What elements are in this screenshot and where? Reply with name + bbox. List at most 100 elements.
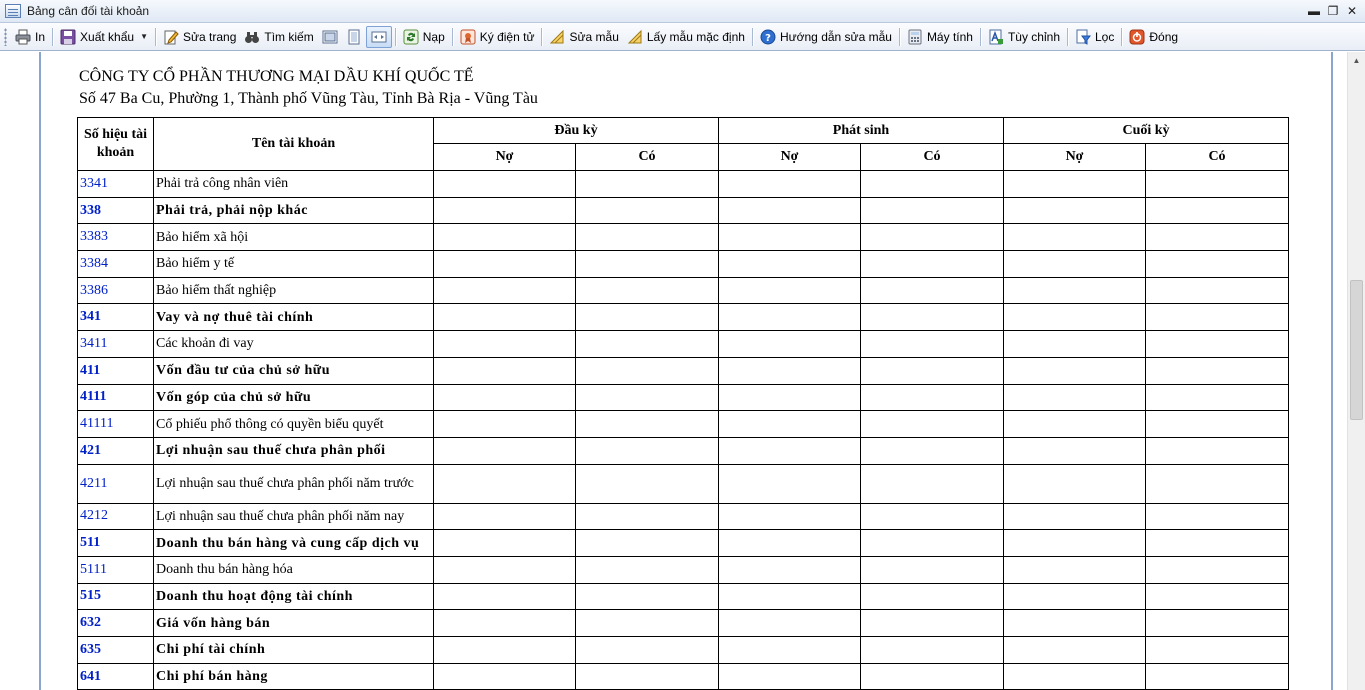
account-code-cell[interactable]: 635 xyxy=(77,636,154,664)
closing-debit-cell xyxy=(1003,223,1146,252)
period-debit-cell xyxy=(718,356,861,385)
account-code-cell[interactable]: 341 xyxy=(77,303,154,332)
chevron-down-icon[interactable]: ▼ xyxy=(140,32,148,41)
header-account-no: Số hiệu tài khoản xyxy=(77,117,154,171)
calculator-button[interactable]: Máy tính xyxy=(903,26,977,48)
period-debit-cell xyxy=(718,636,861,664)
closing-debit-cell xyxy=(1003,662,1146,690)
closing-credit-cell xyxy=(1145,410,1289,438)
filter-button[interactable]: Lọc xyxy=(1071,26,1118,48)
calculator-label: Máy tính xyxy=(926,29,973,44)
account-code-cell[interactable]: 411 xyxy=(77,356,154,385)
account-code-cell[interactable]: 3383 xyxy=(77,223,154,252)
opening-debit-cell xyxy=(433,330,576,358)
opening-credit-cell xyxy=(575,502,719,531)
load-label: Nạp xyxy=(422,29,445,44)
account-name-cell: Bảo hiểm xã hội xyxy=(153,223,434,252)
view-fit-button[interactable] xyxy=(365,25,392,48)
account-code-cell[interactable]: 4212 xyxy=(77,502,154,531)
account-code-cell[interactable]: 3384 xyxy=(77,250,154,278)
account-code-cell[interactable]: 41111 xyxy=(77,410,154,438)
opening-debit-cell xyxy=(433,196,576,225)
vertical-scrollbar[interactable]: ▲ xyxy=(1347,52,1365,690)
period-debit-cell xyxy=(718,582,861,611)
opening-credit-cell xyxy=(575,223,719,252)
table-row: 3386 Bảo hiểm thất nghiệp xyxy=(77,276,1289,305)
header-closing-credit: Có xyxy=(1145,143,1289,171)
toolbar-grip[interactable] xyxy=(4,27,7,46)
period-credit-cell xyxy=(860,529,1004,557)
restore-button[interactable]: ❐ xyxy=(1325,3,1341,19)
period-credit-cell xyxy=(860,330,1004,358)
period-debit-cell xyxy=(718,303,861,332)
account-code-cell[interactable]: 5111 xyxy=(77,555,154,584)
scroll-up-icon[interactable]: ▲ xyxy=(1348,52,1365,69)
edit-page-button[interactable]: Sửa trang xyxy=(159,26,240,48)
account-code-cell[interactable]: 338 xyxy=(77,196,154,225)
export-button[interactable]: Xuất khẩu ▼ xyxy=(56,26,152,48)
template-help-button[interactable]: ? Hướng dẫn sửa mẫu xyxy=(756,26,896,48)
view-single-page-button[interactable] xyxy=(318,26,342,48)
closing-credit-cell xyxy=(1145,356,1289,385)
load-button[interactable]: Nạp xyxy=(399,26,449,48)
view-page-width-button[interactable] xyxy=(342,26,366,48)
closing-credit-cell xyxy=(1145,609,1289,637)
close-button[interactable]: Đóng xyxy=(1125,26,1182,48)
period-debit-cell xyxy=(718,555,861,584)
opening-credit-cell xyxy=(575,250,719,278)
scrollbar-thumb[interactable] xyxy=(1350,280,1363,420)
report-viewport[interactable]: CÔNG TY CỔ PHẦN THƯƠNG MẠI DẦU KHÍ QUỐC … xyxy=(0,52,1365,690)
closing-credit-cell xyxy=(1145,276,1289,305)
account-name-cell: Vốn đầu tư của chủ sở hữu xyxy=(153,356,434,385)
account-code-cell[interactable]: 3341 xyxy=(77,170,154,198)
header-opening-debit: Nợ xyxy=(433,143,576,171)
closing-debit-cell xyxy=(1003,410,1146,438)
period-debit-cell xyxy=(718,276,861,305)
closing-credit-cell xyxy=(1145,502,1289,531)
e-sign-button[interactable]: Ký điện tử xyxy=(456,26,539,48)
period-credit-cell xyxy=(860,250,1004,278)
closing-credit-cell xyxy=(1145,303,1289,332)
print-button[interactable]: In xyxy=(11,26,49,48)
opening-credit-cell xyxy=(575,463,719,504)
opening-credit-cell xyxy=(575,410,719,438)
account-code-cell[interactable]: 4111 xyxy=(77,383,154,412)
account-code-cell[interactable]: 511 xyxy=(77,529,154,557)
title-bar: Bảng cân đối tài khoản ▬ ❐ ✕ xyxy=(0,0,1365,23)
account-code-cell[interactable]: 421 xyxy=(77,436,154,465)
minimize-button[interactable]: ▬ xyxy=(1306,3,1322,19)
close-window-button[interactable]: ✕ xyxy=(1344,3,1360,19)
customize-button[interactable]: Tùy chỉnh xyxy=(984,26,1064,48)
closing-debit-cell xyxy=(1003,463,1146,504)
table-row: 3384 Bảo hiểm y tế xyxy=(77,250,1289,278)
account-code-cell[interactable]: 632 xyxy=(77,609,154,637)
default-template-button[interactable]: Lấy mẫu mặc định xyxy=(623,26,749,48)
closing-credit-cell xyxy=(1145,463,1289,504)
search-button[interactable]: Tìm kiếm xyxy=(240,26,317,48)
header-closing-debit: Nợ xyxy=(1003,143,1146,171)
account-name-cell: Lợi nhuận sau thuế chưa phân phối năm tr… xyxy=(153,463,434,504)
opening-credit-cell xyxy=(575,303,719,332)
toolbar: In Xuất khẩu ▼ Sửa trang Tìm kiếm Nạp Ký… xyxy=(0,23,1365,51)
toolbar-separator xyxy=(1121,27,1123,46)
toolbar-separator xyxy=(751,27,753,46)
opening-debit-cell xyxy=(433,276,576,305)
closing-credit-cell xyxy=(1145,555,1289,584)
toolbar-separator xyxy=(1067,27,1068,46)
period-debit-cell xyxy=(718,410,861,438)
period-debit-cell xyxy=(718,463,861,504)
opening-debit-cell xyxy=(433,223,576,252)
table-row: 641 Chi phí bán hàng xyxy=(77,662,1289,690)
header-account-name: Tên tài khoản xyxy=(153,117,434,171)
table-row: 635 Chi phí tài chính xyxy=(77,636,1289,664)
closing-debit-cell xyxy=(1003,529,1146,557)
account-code-cell[interactable]: 641 xyxy=(77,662,154,690)
account-code-cell[interactable]: 3386 xyxy=(77,276,154,305)
account-name-cell: Lợi nhuận sau thuế chưa phân phối xyxy=(153,436,434,465)
account-code-cell[interactable]: 515 xyxy=(77,582,154,611)
account-code-cell[interactable]: 3411 xyxy=(77,330,154,358)
opening-debit-cell xyxy=(433,170,576,198)
period-credit-cell xyxy=(860,196,1004,225)
account-code-cell[interactable]: 4211 xyxy=(77,463,154,504)
edit-template-button[interactable]: Sửa mẫu xyxy=(545,26,622,48)
